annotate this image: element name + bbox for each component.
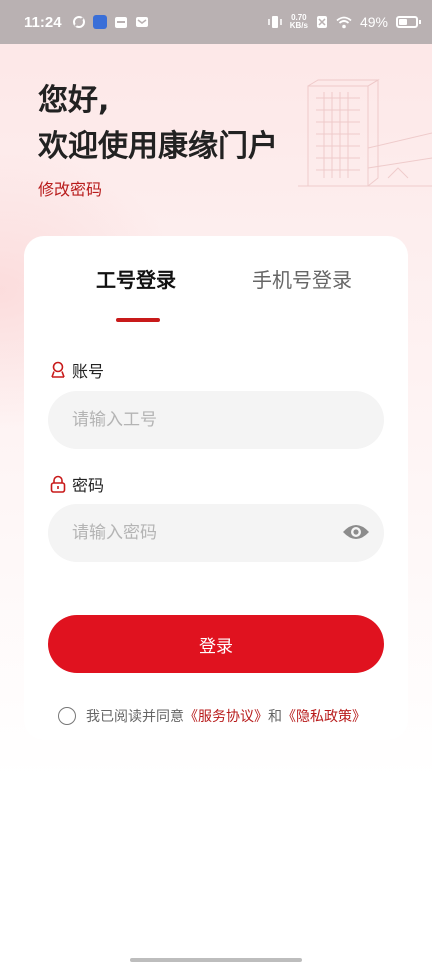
show-password-eye-icon[interactable] [342, 522, 370, 542]
app-notification-icon [92, 15, 107, 29]
vibrate-icon [267, 16, 282, 28]
network-speed: 0.70 KB/s [289, 13, 308, 30]
account-label-text: 账号 [72, 362, 105, 381]
tab-employee-login[interactable]: 工号登录 [96, 264, 176, 293]
mail-icon [135, 17, 148, 27]
password-label: 密码 [50, 472, 104, 496]
tab-active-indicator [116, 318, 160, 322]
notification-icons [72, 15, 149, 29]
login-card: 工号登录 手机号登录 账号 密码 登录 我已阅读并同意 《服务协议》 和 《隐私… [24, 236, 408, 740]
account-label: 账号 [50, 358, 104, 382]
login-button[interactable]: 登录 [48, 615, 384, 673]
password-label-text: 密码 [72, 476, 105, 495]
battery-level [399, 19, 407, 25]
agreement-prefix: 我已阅读并同意 [86, 709, 184, 725]
login-tabs: 工号登录 手机号登录 [24, 264, 408, 304]
building-illustration [298, 79, 432, 187]
service-agreement-link[interactable]: 《服务协议》 [184, 706, 268, 726]
privacy-policy-link[interactable]: 《隐私政策》 [282, 706, 366, 726]
account-input[interactable] [48, 391, 384, 449]
battery-icon [396, 16, 421, 28]
agreement-row: 我已阅读并同意 《服务协议》 和 《隐私政策》 [58, 706, 366, 726]
sync-icon [72, 16, 85, 28]
status-time: 11:24 [24, 13, 62, 31]
wifi-icon [336, 16, 352, 28]
greeting-line1: 您好, [38, 83, 110, 118]
lock-icon [50, 475, 66, 493]
battery-percent: 49% [359, 14, 388, 30]
password-input[interactable] [48, 504, 384, 562]
greeting: 您好, 欢迎使用康缘门户 [38, 78, 278, 170]
home-indicator[interactable] [130, 958, 302, 962]
change-password-link[interactable]: 修改密码 [38, 176, 102, 200]
calendar-icon [114, 17, 127, 28]
greeting-title: 欢迎使用康缘门户 [38, 129, 278, 164]
agreement-checkbox[interactable] [58, 707, 76, 725]
user-icon [51, 361, 65, 378]
status-bar: 11:24 0.70 KB/s 49% [0, 0, 432, 44]
agreement-and: 和 [268, 709, 282, 725]
tab-phone-login[interactable]: 手机号登录 [252, 264, 352, 293]
no-sim-icon [316, 16, 327, 28]
